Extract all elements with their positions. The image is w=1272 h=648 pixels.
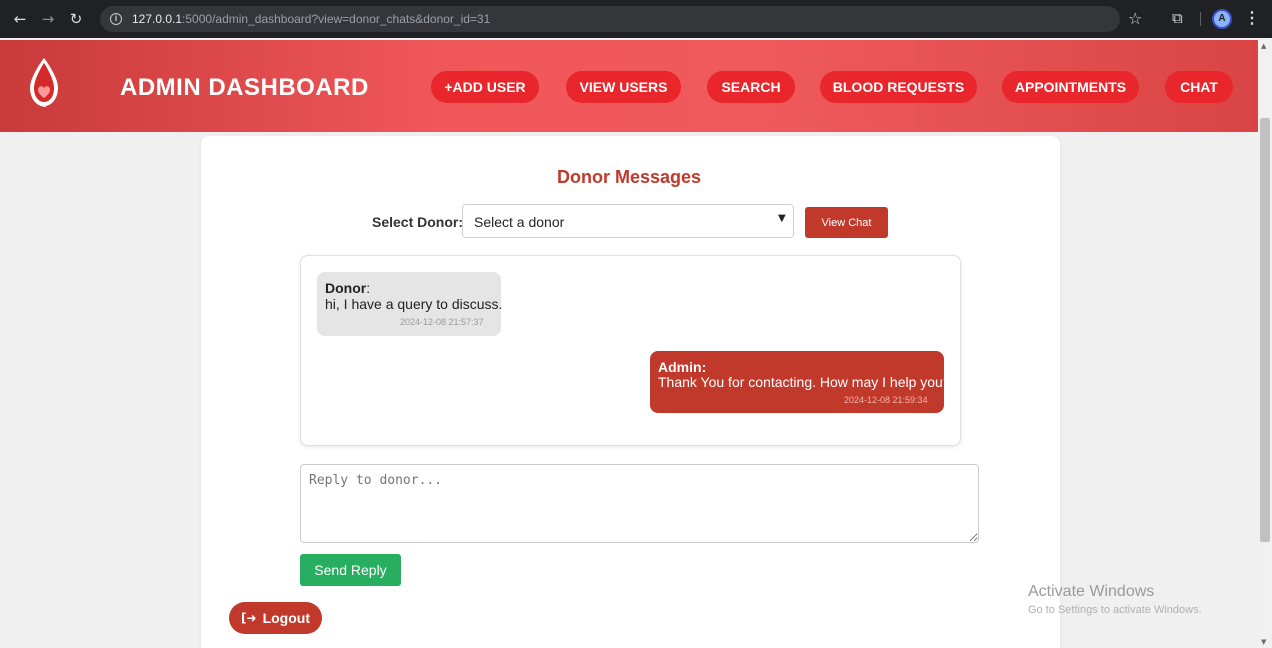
url-text: 127.0.0.1:5000/admin_dashboard?view=dono…	[132, 12, 491, 26]
address-bar[interactable]: i 127.0.0.1:5000/admin_dashboard?view=do…	[100, 6, 1120, 32]
reply-input[interactable]	[300, 464, 979, 543]
site-info-icon[interactable]: i	[110, 13, 122, 25]
brand-title: ADMIN DASHBOARD	[120, 74, 369, 101]
profile-avatar[interactable]: A	[1212, 9, 1232, 29]
select-donor-label: Select Donor:	[372, 214, 464, 230]
donor-select-value[interactable]: Select a donor	[474, 214, 564, 230]
admin-message-sender: Admin:	[658, 359, 707, 375]
toolbar-divider	[1200, 12, 1201, 26]
browser-toolbar: ← → ↻ i 127.0.0.1:5000/admin_dashboard?v…	[0, 0, 1272, 38]
donor-message-text: hi, I have a query to discuss.	[325, 296, 503, 312]
activate-windows-title: Activate Windows	[1028, 583, 1155, 600]
activate-windows-subtitle: Go to Settings to activate Windows.	[1028, 604, 1202, 616]
logout-label: Logout	[262, 610, 310, 626]
scroll-up-icon[interactable]: ▲	[1261, 42, 1266, 50]
donor-message-time: 2024-12-08 21:57:37	[400, 317, 484, 327]
scrollbar-thumb[interactable]	[1260, 118, 1270, 542]
back-arrow-icon[interactable]: ←	[10, 10, 30, 28]
admin-message-time: 2024-12-08 21:59:34	[844, 395, 928, 405]
logout-icon: [➜	[241, 611, 257, 625]
browser-menu-icon[interactable]: ⋮	[1244, 8, 1260, 28]
extensions-icon[interactable]: ⧉	[1172, 9, 1183, 27]
logout-button[interactable]: [➜ Logout	[229, 602, 322, 634]
chevron-down-icon[interactable]: ▼	[778, 213, 786, 224]
donor-message-sender: Donor:	[325, 280, 371, 296]
view-chat-button[interactable]: View Chat	[805, 207, 888, 238]
nav-blood-requests-button[interactable]: BLOOD REQUESTS	[820, 71, 977, 103]
nav-chat-button[interactable]: CHAT	[1165, 71, 1233, 103]
nav-appointments-button[interactable]: APPOINTMENTS	[1002, 71, 1139, 103]
nav-search-button[interactable]: SEARCH	[707, 71, 795, 103]
blood-drop-logo-icon	[30, 58, 58, 107]
reload-icon[interactable]: ↻	[66, 10, 86, 28]
send-reply-button[interactable]: Send Reply	[300, 554, 401, 586]
nav-view-users-button[interactable]: VIEW USERS	[566, 71, 681, 103]
bookmark-star-icon[interactable]: ☆	[1128, 9, 1142, 28]
forward-arrow-icon[interactable]: →	[38, 10, 58, 28]
admin-message-text: Thank You for contacting. How may I help…	[658, 374, 951, 390]
nav-add-user-button[interactable]: +ADD USER	[431, 71, 539, 103]
scroll-down-icon[interactable]: ▼	[1261, 638, 1266, 646]
page-title: Donor Messages	[557, 167, 702, 187]
